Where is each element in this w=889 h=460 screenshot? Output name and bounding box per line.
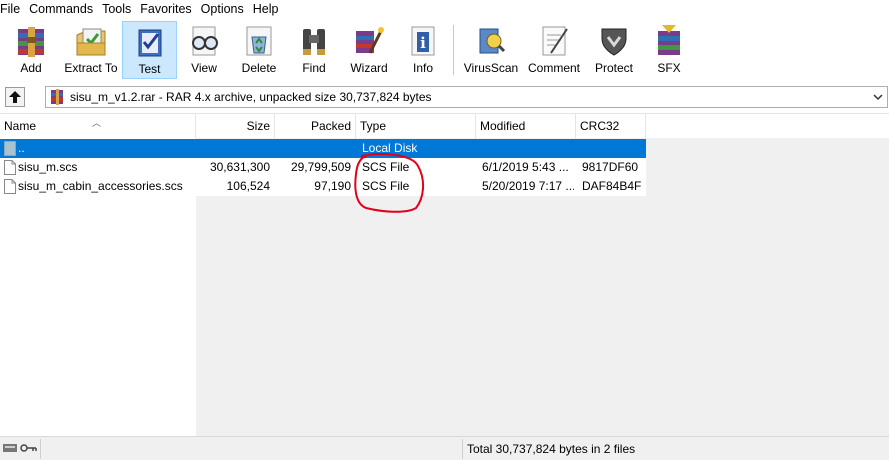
extract-to-icon (73, 21, 109, 61)
menu-tools[interactable]: Tools (99, 0, 137, 19)
row-modified: 6/1/2019 5:43 ... (482, 160, 569, 174)
wizard-button[interactable]: Wizard (344, 21, 394, 79)
drive-key-icon (3, 444, 37, 452)
address-dropdown-button[interactable] (871, 90, 885, 104)
test-icon (132, 22, 168, 62)
menu-options[interactable]: Options (198, 0, 250, 19)
find-label: Find (302, 61, 326, 75)
parent-folder-icon (4, 141, 16, 156)
protect-button[interactable]: Protect (591, 21, 637, 79)
up-arrow-icon (9, 91, 21, 103)
delete-button[interactable]: Delete (236, 21, 282, 79)
virusscan-label: VirusScan (463, 61, 519, 75)
row-crc32: DAF84B4F (582, 179, 642, 193)
row-name: sisu_m_cabin_accessories.scs (18, 179, 183, 193)
status-bar: Total 30,737,824 bytes in 2 files (0, 436, 889, 460)
row-name: .. (18, 141, 25, 155)
column-name-label: Name (4, 119, 37, 133)
table-row[interactable]: sisu_m_cabin_accessories.scs 106,524 97,… (0, 177, 646, 196)
column-header-size[interactable]: Size (196, 114, 275, 138)
status-text: Total 30,737,824 bytes in 2 files (467, 442, 636, 456)
row-size: 30,631,300 (209, 160, 270, 174)
comment-button[interactable]: Comment (525, 21, 583, 79)
row-packed: 97,190 (314, 179, 351, 193)
sfx-button[interactable]: SFX (649, 21, 689, 79)
add-archive-icon (13, 21, 49, 61)
rar-archive-icon (51, 89, 63, 105)
wizard-label: Wizard (350, 61, 388, 75)
find-binoculars-icon (296, 21, 332, 61)
add-button[interactable]: Add (8, 21, 54, 79)
virusscan-button[interactable]: VirusScan (463, 21, 519, 79)
toolbar-separator (453, 25, 454, 75)
toolbar: Add Extract To Test View Delete Find Wiz… (0, 19, 889, 81)
column-header-type[interactable]: Type (356, 114, 476, 138)
info-icon: i (405, 21, 441, 61)
row-type: Local Disk (362, 141, 418, 155)
column-header-packed[interactable]: Packed (275, 114, 356, 138)
sfx-icon (651, 21, 687, 61)
row-type: SCS File (362, 179, 410, 193)
row-crc32: 9817DF60 (582, 160, 639, 174)
row-packed: 29,799,509 (290, 160, 351, 174)
address-text: sisu_m_v1.2.rar - RAR 4.x archive, unpac… (70, 90, 432, 104)
info-label: Info (412, 61, 433, 75)
protect-label: Protect (594, 61, 633, 75)
test-button[interactable]: Test (122, 21, 177, 79)
extract-to-button[interactable]: Extract To (63, 21, 119, 79)
table-row[interactable]: sisu_m.scs 30,631,300 29,799,509 SCS Fil… (0, 158, 646, 177)
row-type: SCS File (362, 160, 410, 174)
info-button[interactable]: i Info (403, 21, 443, 79)
row-name: sisu_m.scs (18, 160, 78, 174)
address-row: sisu_m_v1.2.rar - RAR 4.x archive, unpac… (0, 84, 889, 110)
view-label: View (191, 61, 217, 75)
column-header-name[interactable]: Name ︿ (0, 114, 196, 138)
table-row-parent[interactable]: .. Local Disk (0, 139, 646, 158)
delete-recycle-icon (241, 21, 277, 61)
menu-commands[interactable]: Commands (26, 0, 99, 19)
view-glasses-icon (186, 21, 222, 61)
file-icon (4, 160, 16, 175)
column-header-crc32[interactable]: CRC32 (576, 114, 646, 138)
extract-to-label: Extract To (64, 61, 118, 75)
svg-text:i: i (420, 34, 426, 52)
up-folder-button[interactable] (5, 87, 25, 107)
row-modified: 5/20/2019 7:17 ... (482, 179, 574, 193)
find-button[interactable]: Find (292, 21, 336, 79)
status-separator (462, 439, 463, 459)
virusscan-icon (473, 21, 509, 61)
sfx-label: SFX (657, 61, 681, 75)
menu-help[interactable]: Help (250, 0, 285, 19)
menu-bar: File Commands Tools Favorites Options He… (0, 0, 889, 19)
view-button[interactable]: View (183, 21, 225, 79)
file-icon (4, 179, 16, 194)
list-header: Name ︿ Size Packed Type Modified CRC32 (0, 114, 889, 138)
wizard-icon (351, 21, 387, 61)
file-list: Name ︿ Size Packed Type Modified CRC32 .… (0, 113, 889, 436)
status-separator (40, 439, 41, 459)
column-header-modified[interactable]: Modified (476, 114, 576, 138)
comment-label: Comment (527, 61, 580, 75)
test-label: Test (138, 62, 161, 76)
address-field[interactable]: sisu_m_v1.2.rar - RAR 4.x archive, unpac… (45, 86, 888, 108)
menu-file[interactable]: File (0, 0, 26, 19)
chevron-down-icon (873, 94, 883, 101)
sort-ascending-icon: ︿ (92, 118, 102, 128)
delete-label: Delete (241, 61, 277, 75)
protect-shield-icon (596, 21, 632, 61)
menu-favorites[interactable]: Favorites (137, 0, 197, 19)
row-size: 106,524 (226, 179, 270, 193)
comment-icon (536, 21, 572, 61)
add-label: Add (20, 61, 42, 75)
